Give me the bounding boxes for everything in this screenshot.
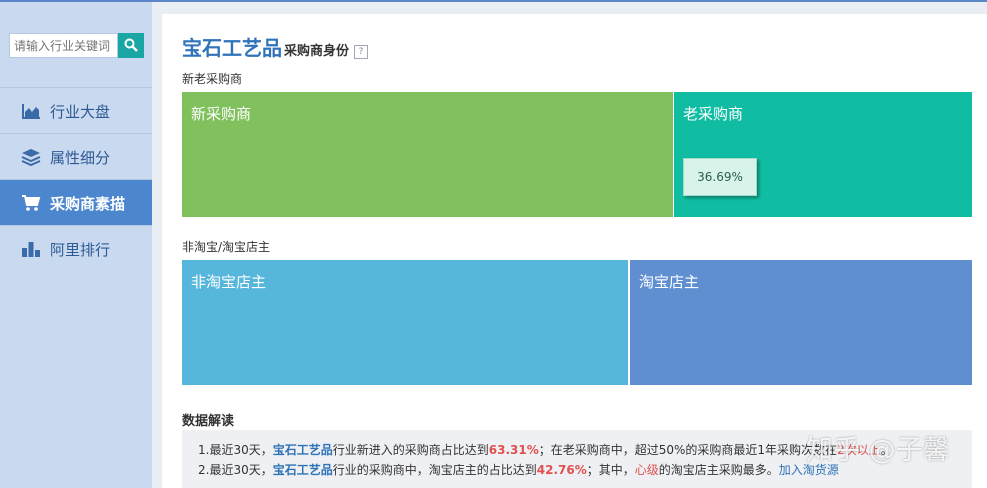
interpretation-line-1: 1.最近30天，宝石工艺品行业新进入的采购商占比达到63.31%；在老采购商中，… xyxy=(198,441,893,458)
highlight-text: 心级 xyxy=(634,463,659,477)
page-title: 宝石工艺品 采购商身份? xyxy=(182,32,369,61)
section-label-new-old: 新老采购商 xyxy=(182,72,243,86)
percentage-value: 42.76% xyxy=(536,463,587,477)
help-icon[interactable]: ? xyxy=(354,45,369,59)
main-panel: 宝石工艺品 采购商身份? 新老采购商 新采购商 老采购商 36.69% 非淘宝/淘… xyxy=(162,14,987,488)
industry-name: 宝石工艺品 xyxy=(182,36,282,60)
percentage-value: 63.31% xyxy=(488,443,539,457)
treemap-new-buyers[interactable]: 新采购商 xyxy=(182,92,673,217)
text: ；在老采购商中，超过50%的采购商最近1年采购次数在 xyxy=(538,443,838,457)
sidebar-nav: 行业大盘 属性细分 采购商素描 阿里排行 xyxy=(0,87,152,271)
bar-chart-icon xyxy=(22,242,40,257)
search-icon xyxy=(124,38,138,52)
treemap-taobao-owners[interactable]: 淘宝店主 xyxy=(630,260,972,385)
treemap-label: 非淘宝店主 xyxy=(191,273,267,291)
search-bar xyxy=(9,33,144,58)
text: 行业的采购商中，淘宝店主的占比达到 xyxy=(332,463,537,477)
sidebar-item-label: 阿里排行 xyxy=(50,241,111,259)
share-tooltip: 36.69% xyxy=(683,158,757,196)
cart-icon xyxy=(22,195,41,211)
page-subtitle: 采购商身份 xyxy=(284,44,350,59)
sidebar-item-label: 采购商素描 xyxy=(50,195,126,213)
sidebar-item-industry-overview[interactable]: 行业大盘 xyxy=(0,87,152,133)
treemap-non-taobao-owners[interactable]: 非淘宝店主 xyxy=(182,260,628,385)
text: ；其中， xyxy=(586,463,635,477)
search-input[interactable] xyxy=(9,33,118,58)
treemap-label: 淘宝店主 xyxy=(639,273,700,291)
sidebar-item-buyer-profile[interactable]: 采购商素描 xyxy=(0,179,152,225)
search-button[interactable] xyxy=(118,33,144,58)
section-label-taobao: 非淘宝/淘宝店主 xyxy=(182,240,271,254)
text: 行业新进入的采购商占比达到 xyxy=(332,443,489,457)
sidebar: 行业大盘 属性细分 采购商素描 阿里排行 xyxy=(0,2,152,488)
industry-keyword: 宝石工艺品 xyxy=(272,443,333,457)
layers-icon xyxy=(21,149,41,166)
sidebar-item-label: 行业大盘 xyxy=(50,103,111,121)
treemap-old-buyers[interactable]: 老采购商 36.69% xyxy=(674,92,972,217)
interpretation-title: 数据解读 xyxy=(182,414,235,429)
text: 2.最近30天， xyxy=(198,463,273,477)
sidebar-item-ali-ranking[interactable]: 阿里排行 xyxy=(0,225,152,271)
watermark: 知乎 @子馨 xyxy=(806,435,950,466)
sidebar-item-attributes[interactable]: 属性细分 xyxy=(0,133,152,179)
treemap-label: 老采购商 xyxy=(683,105,744,123)
text: 的淘宝店主采购最多。 xyxy=(658,463,779,477)
industry-keyword: 宝石工艺品 xyxy=(272,463,333,477)
sidebar-item-label: 属性细分 xyxy=(50,149,111,167)
text: 1.最近30天， xyxy=(198,443,273,457)
interpretation-line-2: 2.最近30天，宝石工艺品行业的采购商中，淘宝店主的占比达到42.76%；其中，… xyxy=(198,461,839,478)
area-chart-icon xyxy=(22,104,40,119)
treemap-label: 新采购商 xyxy=(191,105,252,123)
